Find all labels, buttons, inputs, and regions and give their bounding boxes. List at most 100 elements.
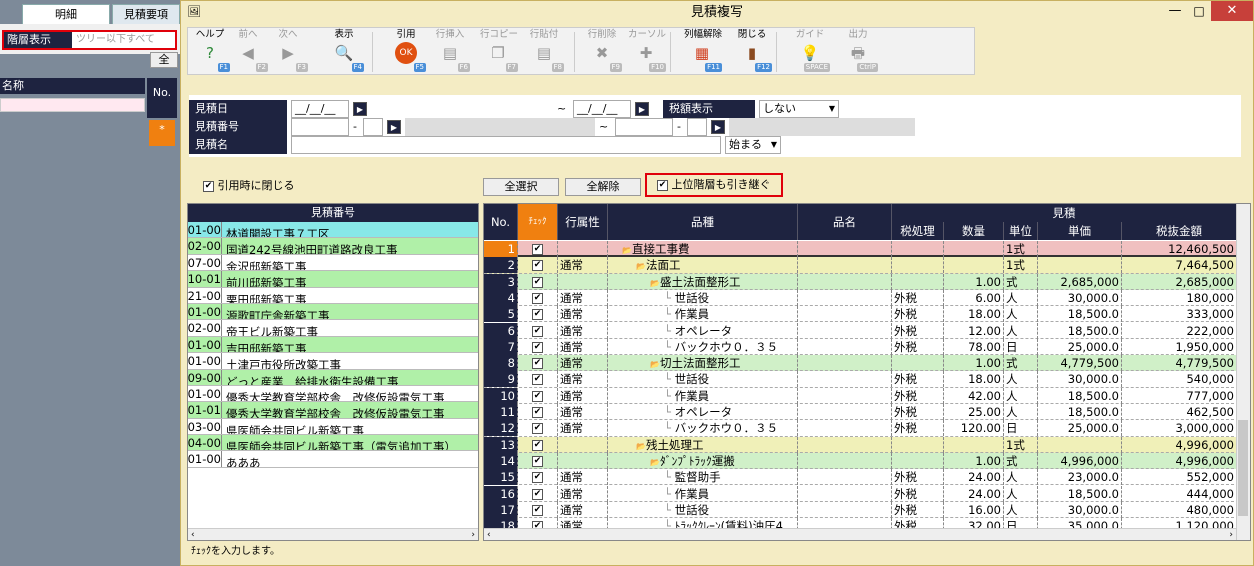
list-item[interactable]: 01-01 優秀大学教育学部校舎 改修仮設電気工事 [188, 402, 478, 419]
table-row[interactable]: 13 ✔ 📂残土処理工 1式 4,996,000 [484, 436, 1239, 453]
number-from-picker-button[interactable]: ▶ [387, 120, 401, 134]
list-item[interactable]: 01-00 吉田邸新築工事 [188, 336, 478, 354]
maximize-button[interactable]: □ [1187, 1, 1211, 23]
number-from-input[interactable] [291, 118, 349, 136]
toolbar-cursor-button[interactable]: カーソル ✚ F10 [628, 28, 666, 74]
row-checkbox[interactable]: ✔ [532, 455, 543, 467]
row-check[interactable]: ✔ [518, 501, 558, 518]
toolbar-magnifier-button[interactable]: 表示 🔍 F4 [326, 28, 364, 74]
number-to-picker-button[interactable]: ▶ [711, 120, 725, 134]
level-display-value[interactable]: ツリー以下すべて [72, 32, 175, 48]
toolbar-row-insert-button[interactable]: 行挿入 ▤ F6 [432, 28, 470, 74]
toolbar-row-delete-button[interactable]: 行削除 ✖ F9 [584, 28, 622, 74]
tab-detail[interactable]: 明細 [22, 4, 110, 24]
table-row[interactable]: 5 ✔ 通常 └ 作業員 外税 18.00 人 18,500.0 333,000 [484, 306, 1239, 323]
row-check[interactable]: ✔ [518, 273, 558, 290]
grid-vertical-scroll-thumb[interactable] [1238, 420, 1248, 516]
number-to-input[interactable] [615, 118, 673, 136]
row-check[interactable]: ✔ [518, 289, 558, 306]
table-row[interactable]: 8 ✔ 通常 📂切土法面整形工 1.00 式 4,779,500 4,779,500 [484, 355, 1239, 372]
deselect-all-button[interactable]: 全解除 [565, 178, 641, 196]
list-item[interactable]: 01-00 あああ [188, 451, 478, 468]
checkbox-box[interactable]: ✔ [657, 179, 668, 191]
table-row[interactable]: 4 ✔ 通常 └ 世話役 外税 6.00 人 30,000.0 180,000 [484, 289, 1239, 307]
toolbar-guide-bulb-button[interactable]: ガイド 💡 SPACE [792, 28, 830, 74]
row-checkbox[interactable]: ✔ [532, 358, 543, 370]
row-check[interactable]: ✔ [518, 355, 558, 372]
row-checkbox[interactable]: ✔ [532, 439, 543, 451]
table-row[interactable]: 14 ✔ 📂ﾀﾞﾝﾌﾟﾄﾗｯｸ運搬 1.00 式 4,996,000 4,996,000 [484, 452, 1239, 470]
table-row[interactable]: 9 ✔ 通常 └ 世話役 外税 18.00 人 30,000.0 540,000 [484, 371, 1239, 388]
close-on-quote-checkbox[interactable]: ✔ 引用時に閉じる [203, 179, 295, 193]
table-row[interactable]: 2 ✔ 通常 📂法面工 1式 7,464,500 [484, 257, 1239, 274]
row-checkbox[interactable]: ✔ [532, 292, 543, 304]
list-item[interactable]: 01-00 土津戸市役所改築工事 [188, 353, 478, 370]
estimate-list-horizontal-scrollbar[interactable]: ‹ › [188, 528, 478, 540]
row-checkbox[interactable]: ✔ [532, 488, 543, 500]
toolbar-help-button[interactable]: ヘルプ? F1 [192, 28, 230, 74]
scroll-left-icon[interactable]: ‹ [191, 529, 195, 540]
scroll-right-icon[interactable]: › [471, 529, 475, 540]
row-check[interactable]: ✔ [518, 485, 558, 502]
row-check[interactable]: ✔ [518, 469, 558, 486]
list-item[interactable]: 02-00 帝王ビル新築工事 [188, 320, 478, 337]
background-all-button[interactable]: 全 [150, 52, 178, 68]
table-row[interactable]: 16 ✔ 通常 └ 作業員 外税 24.00 人 18,500.0 444,000 [484, 485, 1239, 502]
table-row[interactable]: 6 ✔ 通常 └ オペレータ 外税 12.00 人 18,500.0 222,000 [484, 322, 1239, 339]
row-check[interactable]: ✔ [518, 322, 558, 339]
checkbox-box[interactable]: ✔ [203, 180, 214, 192]
row-checkbox[interactable]: ✔ [532, 325, 543, 337]
name-match-select[interactable]: 始まる ▼ [725, 136, 781, 154]
scroll-left-icon[interactable]: ‹ [487, 529, 491, 540]
table-row[interactable]: 3 ✔ 📂盛土法面整形工 1.00 式 2,685,000 2,685,000 [484, 273, 1239, 290]
list-item[interactable]: 01-00 林道開設工事７工区 [188, 222, 478, 239]
date-from-picker-button[interactable]: ▶ [353, 102, 367, 116]
row-checkbox[interactable]: ✔ [532, 309, 543, 321]
list-item[interactable]: 01-00 優秀大学教育学部校舎 改修仮設電気工事 [188, 385, 478, 403]
toolbar-arrow-right-button[interactable]: 次へ ▶ F3 [270, 28, 308, 74]
list-item[interactable]: 03-00 県医師会共同ビル新築工事 [188, 418, 478, 436]
list-item[interactable]: 09-00 どっと産業 給排水衛生設備工事 [188, 369, 478, 386]
close-window-button[interactable]: ✕ [1211, 1, 1253, 21]
estimate-name-input[interactable] [291, 136, 721, 154]
table-row[interactable]: 10 ✔ 通常 └ 作業員 外税 42.00 人 18,500.0 777,000 [484, 387, 1239, 404]
row-check[interactable]: ✔ [518, 241, 558, 257]
select-all-button[interactable]: 全選択 [483, 178, 559, 196]
tax-display-select[interactable]: しない ▼ [759, 100, 839, 118]
row-check[interactable]: ✔ [518, 404, 558, 420]
number-to-branch-input[interactable] [687, 118, 707, 136]
table-row[interactable]: 1 ✔ 📂直接工事費 1式 12,460,500 [484, 241, 1239, 258]
toolbar-door-button[interactable]: 閉じる ▮ F12 [734, 28, 772, 74]
toolbar-row-paste-button[interactable]: 行貼付 ▤ F8 [526, 28, 564, 74]
list-item[interactable]: 02-00 国道242号線池田町道路改良工事 [188, 238, 478, 255]
row-checkbox[interactable]: ✔ [532, 423, 543, 435]
row-checkbox[interactable]: ✔ [532, 472, 543, 484]
scroll-right-icon[interactable]: › [1229, 529, 1233, 540]
row-checkbox[interactable]: ✔ [532, 341, 543, 353]
number-from-branch-input[interactable] [363, 118, 383, 136]
toolbar-column-width-button[interactable]: 列幅解除 ▦ F11 [684, 28, 722, 74]
toolbar-row-copy-button[interactable]: 行コピー ❐ F7 [480, 28, 518, 74]
list-item[interactable]: 04-00 県医師会共同ビル新築工事（電気追加工事） [188, 435, 478, 452]
row-checkbox[interactable]: ✔ [532, 390, 543, 402]
toolbar-printer-button[interactable]: 出力 🖶 CtrlP [840, 28, 878, 74]
row-check[interactable]: ✔ [518, 306, 558, 323]
list-item[interactable]: 01-00 源歌町庁舎新築工事 [188, 303, 478, 321]
list-item[interactable]: 10-01 前川邸新築工事 [188, 271, 478, 288]
grid-header-check[interactable]: ﾁｪｯｸ [518, 204, 558, 240]
grid-horizontal-scrollbar[interactable]: ‹ › [484, 528, 1236, 540]
list-item[interactable]: 07-00 金沢邸新築工事 [188, 254, 478, 272]
table-row[interactable]: 11 ✔ 通常 └ オペレータ 外税 25.00 人 18,500.0 462,500 [484, 404, 1239, 421]
row-check[interactable]: ✔ [518, 420, 558, 437]
row-checkbox[interactable]: ✔ [532, 374, 543, 386]
row-checkbox[interactable]: ✔ [532, 407, 543, 418]
tab-estimate-requirements[interactable]: 見積要項 [112, 4, 180, 24]
row-checkbox[interactable]: ✔ [532, 260, 543, 272]
table-row[interactable]: 15 ✔ 通常 └ 監督助手 外税 24.00 人 23,000.0 552,000 [484, 469, 1239, 486]
row-checkbox[interactable]: ✔ [532, 504, 543, 516]
row-check[interactable]: ✔ [518, 371, 558, 388]
level-display-select[interactable]: 階層表示 ツリー以下すべて [2, 30, 177, 50]
background-row[interactable] [0, 98, 145, 112]
toolbar-arrow-left-button[interactable]: 前へ ◀ F2 [230, 28, 268, 74]
row-check[interactable]: ✔ [518, 452, 558, 469]
